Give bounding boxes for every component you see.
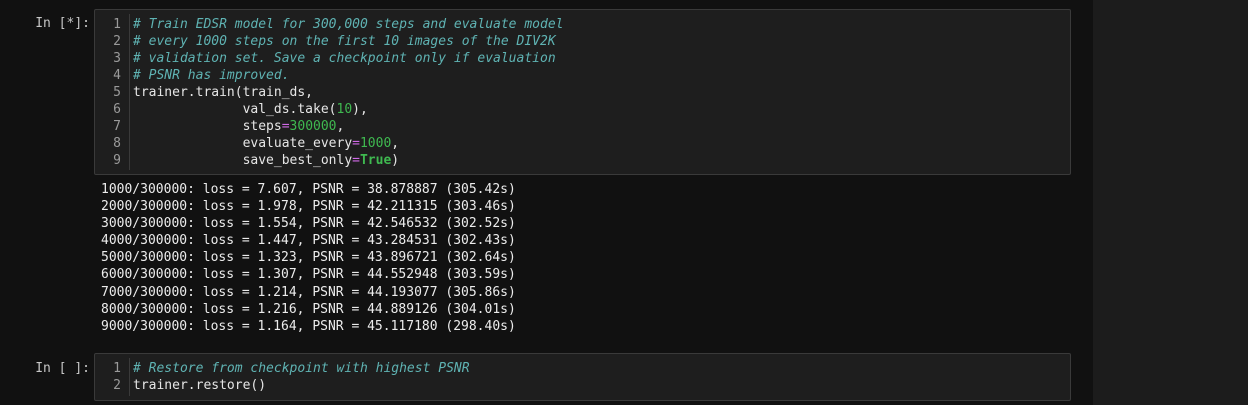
code-token: trainer.train(train_ds, [133,85,314,100]
output-line: 5000/300000: loss = 1.323, PSNR = 43.896… [101,250,516,266]
code-text[interactable]: trainer.train(train_ds, [133,84,313,101]
code-text[interactable]: # validation set. Save a checkpoint only… [133,50,556,67]
line-number: 5 [113,85,121,100]
line-number: 3 [113,51,121,66]
output-line: 7000/300000: loss = 1.214, PSNR = 44.193… [101,284,516,300]
code-token: ) [391,153,400,168]
output-line: 4000/300000: loss = 1.447, PSNR = 43.284… [101,233,516,249]
output-line: 9000/300000: loss = 1.164, PSNR = 45.117… [101,318,516,334]
line-number: 1 [113,361,121,376]
code-text[interactable]: evaluate_every=1000, [133,135,400,152]
output-line: 1000/300000: loss = 7.607, PSNR = 38.878… [101,182,516,197]
code-cell-restore[interactable]: 1 # Restore from checkpoint with highest … [94,353,1071,401]
code-token: trainer.restore() [133,378,267,393]
code-comment: # Restore from checkpoint with highest P… [133,361,470,376]
output-line: 6000/300000: loss = 1.307, PSNR = 44.552… [101,267,516,283]
line-number: 4 [113,68,121,83]
code-comment: # every 1000 steps on the first 10 image… [133,34,556,49]
code-text[interactable]: # every 1000 steps on the first 10 image… [133,33,556,50]
code-text[interactable]: # Train EDSR model for 300,000 steps and… [133,16,563,33]
code-comment: # Train EDSR model for 300,000 steps and… [133,17,564,32]
code-comment: # PSNR has improved. [133,68,290,83]
line-number: 2 [113,378,121,393]
code-cell-train[interactable]: 1 # Train EDSR model for 300,000 steps an… [94,9,1071,175]
code-text[interactable]: steps=300000, [133,118,345,135]
code-line[interactable]: 1 # Train EDSR model for 300,000 steps an… [95,16,1070,33]
cell-prompt: In [ ]: [35,361,90,376]
right-sidebar-panel [1093,0,1248,405]
cell-prompt: In [*]: [35,16,90,31]
code-token: ), [352,102,368,117]
code-line[interactable]: 7 steps=300000, [95,118,1070,135]
code-token: evaluate_every [133,136,353,151]
code-line[interactable]: 9 save_best_only=True) [95,152,1070,169]
code-line[interactable]: 1 # Restore from checkpoint with highest … [95,360,1070,377]
line-number: 2 [113,34,121,49]
code-line[interactable]: 3 # validation set. Save a checkpoint onl… [95,50,1070,67]
code-text[interactable]: # Restore from checkpoint with highest P… [133,360,470,377]
code-text[interactable]: save_best_only=True) [133,152,400,169]
code-token: = [281,119,290,134]
code-token: , [391,136,400,151]
line-number: 1 [113,17,121,32]
code-line[interactable]: 2 trainer.restore() [95,377,1070,394]
code-comment: # validation set. Save a checkpoint only… [133,51,556,66]
code-token: = [352,153,360,168]
code-token: steps [133,119,282,134]
code-text[interactable]: trainer.restore() [133,377,266,394]
code-token: 10 [336,102,353,117]
code-token: True [359,153,392,168]
output-line: 8000/300000: loss = 1.216, PSNR = 44.889… [101,301,516,317]
code-token: 300000 [289,119,337,134]
line-number: 7 [113,119,121,134]
output-line: 2000/300000: loss = 1.978, PSNR = 42.211… [101,199,516,215]
code-line[interactable]: 5 trainer.train(train_ds, [95,84,1070,101]
code-line[interactable]: 4 # PSNR has improved. [95,67,1070,84]
code-token: val_ds.take( [133,102,337,117]
output-line: 3000/300000: loss = 1.554, PSNR = 42.546… [101,216,516,232]
code-line[interactable]: 6 val_ds.take(10), [95,101,1070,118]
code-token: 1000 [359,136,392,151]
code-line[interactable]: 2 # every 1000 steps on the first 10 imag… [95,33,1070,50]
line-number: 9 [113,153,121,168]
code-token: , [336,119,345,134]
code-token: = [352,136,360,151]
line-number: 6 [113,102,121,117]
cell-output-train-log: 1000/300000: loss = 7.607, PSNR = 38.878… [101,181,516,335]
code-text[interactable]: val_ds.take(10), [133,101,368,118]
code-text[interactable]: # PSNR has improved. [133,67,290,84]
line-number: 8 [113,136,121,151]
code-token: save_best_only [133,153,353,168]
code-line[interactable]: 8 evaluate_every=1000, [95,135,1070,152]
